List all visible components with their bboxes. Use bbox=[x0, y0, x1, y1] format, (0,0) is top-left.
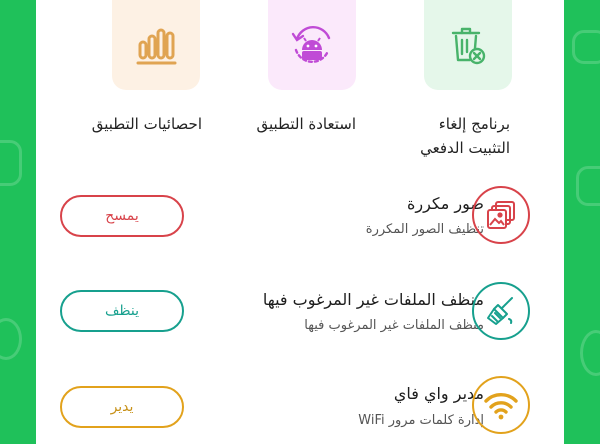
background-decoration bbox=[576, 166, 600, 206]
background-decoration bbox=[580, 330, 600, 376]
tools-panel: احصائيات التطبيق استعادة التطبيق برنامج … bbox=[36, 0, 564, 444]
tile-app-statistics-label: احصائيات التطبيق bbox=[91, 115, 202, 133]
wifi-manager-title: مدير واي فاي bbox=[393, 384, 484, 403]
tile-app-restore-label: استعادة التطبيق bbox=[256, 115, 356, 133]
junk-cleaner-subtitle: منظف الملفات غير المرغوب فيها bbox=[304, 318, 484, 333]
tile-batch-uninstaller-label: برنامج إلغاء التثبيت الدفعي bbox=[420, 115, 510, 157]
wifi-manager-badge bbox=[472, 376, 530, 434]
background-decoration bbox=[0, 140, 22, 186]
tile-app-restore[interactable] bbox=[268, 0, 356, 90]
manage-button[interactable]: يدير bbox=[60, 386, 184, 428]
broom-icon bbox=[487, 297, 513, 325]
trash-uninstall-icon bbox=[451, 27, 486, 65]
android-restore-icon bbox=[291, 26, 331, 63]
clean-button[interactable]: ينظف bbox=[60, 290, 184, 332]
background-decoration bbox=[572, 30, 600, 64]
background-decoration bbox=[0, 318, 22, 360]
tile-batch-uninstaller[interactable] bbox=[424, 0, 512, 90]
wifi-icon bbox=[484, 393, 518, 420]
duplicate-photos-icon bbox=[487, 201, 515, 229]
junk-cleaner-title: منظف الملفات غير المرغوب فيها bbox=[262, 290, 484, 309]
duplicate-photos-badge bbox=[472, 186, 530, 244]
duplicate-photos-subtitle: تنظيف الصور المكررة bbox=[365, 222, 484, 237]
bar-chart-icon bbox=[136, 28, 177, 65]
tile-app-statistics[interactable] bbox=[112, 0, 200, 90]
scan-button[interactable]: يمسح bbox=[60, 195, 184, 237]
wifi-manager-subtitle: إدارة كلمات مرور WiFi bbox=[358, 413, 484, 428]
junk-cleaner-badge bbox=[472, 282, 530, 340]
